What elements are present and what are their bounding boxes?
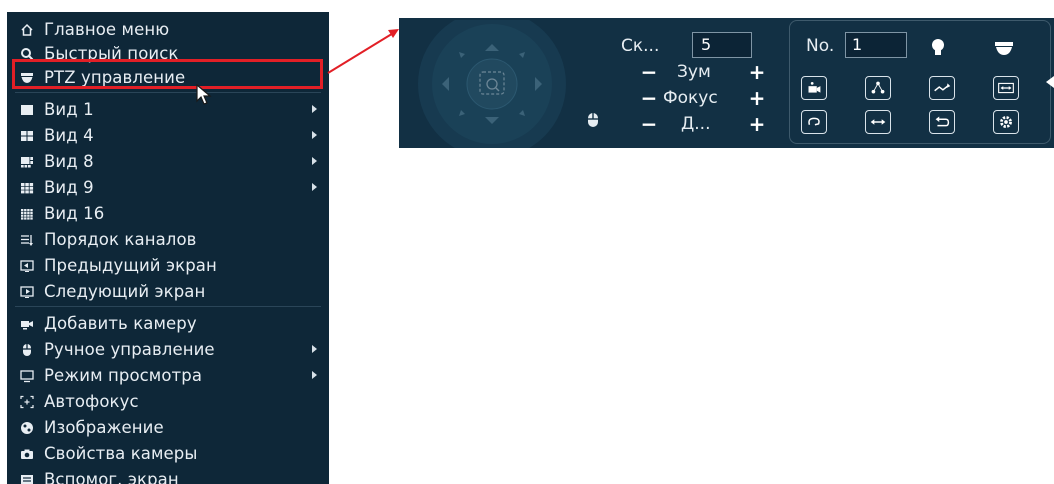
menu-item-home[interactable]: Главное меню <box>7 16 329 42</box>
rotate-button[interactable] <box>801 110 827 134</box>
menu-item-label: PTZ управление <box>44 67 186 87</box>
light-bulb-icon[interactable] <box>930 38 946 58</box>
menu-item-view-4[interactable]: Вид 4 <box>7 122 329 148</box>
next-screen-icon <box>20 284 34 298</box>
add-camera-icon <box>20 316 34 330</box>
tour-dots-icon <box>871 81 885 94</box>
context-menu: Главное меню Быстрый поиск PTZ управление В… <box>7 12 329 484</box>
menu-item-label: Главное меню <box>44 19 170 39</box>
menu-item-label: Вид 16 <box>44 203 105 223</box>
preset-no-label: No. <box>806 36 835 56</box>
tour-button[interactable] <box>865 76 891 100</box>
menu-item-label: Предыдущий экран <box>44 255 217 275</box>
return-icon <box>935 116 950 127</box>
scan-icon <box>998 82 1014 94</box>
previous-screen-icon <box>20 258 34 272</box>
zoom-label: Зум <box>677 62 711 82</box>
menu-item-label: Вид 4 <box>44 125 94 145</box>
submenu-arrow-icon <box>312 345 317 353</box>
image-icon <box>20 420 34 434</box>
menu-item-label: Добавить камеру <box>44 313 197 333</box>
menu-item-label: Вид 9 <box>44 177 94 197</box>
menu-item-ptz-dome[interactable]: PTZ управление <box>7 64 329 90</box>
menu-separator <box>15 92 321 93</box>
zoom-minus-button[interactable]: − <box>639 62 659 82</box>
ptz-control-panel: Ск... 5 − Зум + − Фокус + − Д... + No. 1 <box>399 18 1054 148</box>
iris-plus-button[interactable]: + <box>747 114 767 134</box>
camera-preset-icon <box>808 82 821 93</box>
iris-label: Д... <box>681 114 711 134</box>
speed-label: Ск... <box>621 36 660 56</box>
search-icon <box>20 46 34 61</box>
menu-item-view-8[interactable]: Вид 8 <box>7 148 329 174</box>
menu-item-next-screen[interactable]: Следующий экран <box>7 278 329 304</box>
focus-label: Фокус <box>663 88 718 108</box>
preset-no-input[interactable]: 1 <box>845 32 907 58</box>
menu-item-add-camera[interactable]: Добавить камеру <box>7 310 329 336</box>
direction-pad[interactable] <box>417 20 567 148</box>
menu-item-search[interactable]: Быстрый поиск <box>7 40 329 66</box>
menu-item-label: Автофокус <box>44 391 139 411</box>
menu-item-autofocus[interactable]: Автофокус <box>7 388 329 414</box>
channel-order-icon <box>20 232 34 246</box>
collapse-arrow-icon[interactable] <box>1046 76 1054 88</box>
menu-item-label: Свойства камеры <box>44 443 198 463</box>
menu-item-monitor[interactable]: Режим просмотра <box>7 362 329 388</box>
menu-item-aux-screen[interactable]: Вспомог. экран <box>7 466 329 484</box>
menu-item-label: Быстрый поиск <box>44 43 179 63</box>
preset-button[interactable] <box>801 76 827 100</box>
menu-item-image[interactable]: Изображение <box>7 414 329 440</box>
menu-item-view-9[interactable]: Вид 9 <box>7 174 329 200</box>
reset-button[interactable] <box>929 110 955 134</box>
menu-item-mouse[interactable]: Ручное управление <box>7 336 329 362</box>
submenu-arrow-icon <box>312 157 317 165</box>
rotate-icon <box>808 117 820 126</box>
view-1-icon <box>20 102 34 116</box>
menu-item-label: Вид 8 <box>44 151 94 171</box>
menu-item-label: Ручное управление <box>44 339 215 359</box>
home-icon <box>20 22 34 36</box>
pattern-button[interactable] <box>929 76 955 100</box>
scan-button[interactable] <box>993 76 1019 100</box>
aux-screen-icon <box>20 472 34 484</box>
menu-item-channel-order[interactable]: Порядок каналов <box>7 226 329 252</box>
menu-item-previous-screen[interactable]: Предыдущий экран <box>7 252 329 278</box>
menu-item-label: Вид 1 <box>44 99 94 119</box>
menu-item-camera[interactable]: Свойства камеры <box>7 440 329 466</box>
menu-item-label: Порядок каналов <box>44 229 197 249</box>
view-4-icon <box>20 128 34 142</box>
focus-minus-button[interactable]: − <box>639 88 659 108</box>
view-16-icon <box>20 206 34 220</box>
gear-icon <box>1000 116 1012 128</box>
focus-plus-button[interactable]: + <box>747 88 767 108</box>
settings-button[interactable] <box>993 110 1019 134</box>
submenu-arrow-icon <box>312 371 317 379</box>
menu-item-label: Вспомог. экран <box>44 469 179 484</box>
menu-item-view-16[interactable]: Вид 16 <box>7 200 329 226</box>
flip-horizontal-icon <box>870 119 886 125</box>
submenu-arrow-icon <box>312 131 317 139</box>
menu-item-view-1[interactable]: Вид 1 <box>7 96 329 122</box>
flip-button[interactable] <box>865 110 891 134</box>
mouse-icon <box>20 342 34 356</box>
ptz-dome-icon <box>20 70 34 84</box>
camera-icon <box>20 446 34 460</box>
mouse-icon <box>588 113 598 127</box>
submenu-arrow-icon <box>312 183 317 191</box>
submenu-arrow-icon <box>312 105 317 113</box>
dome-camera-icon[interactable] <box>994 40 1014 56</box>
monitor-icon <box>20 368 34 383</box>
autofocus-icon <box>20 394 34 409</box>
menu-item-label: Изображение <box>44 417 164 437</box>
speed-input[interactable]: 5 <box>692 32 752 58</box>
view-9-icon <box>20 180 34 194</box>
menu-separator <box>15 306 321 307</box>
menu-item-label: Следующий экран <box>44 281 206 301</box>
mouse-cursor-icon <box>196 84 212 105</box>
menu-item-label: Режим просмотра <box>44 365 203 385</box>
iris-minus-button[interactable]: − <box>639 114 659 134</box>
pattern-icon <box>934 83 951 92</box>
view-8-icon <box>20 154 34 168</box>
zoom-plus-button[interactable]: + <box>747 62 767 82</box>
